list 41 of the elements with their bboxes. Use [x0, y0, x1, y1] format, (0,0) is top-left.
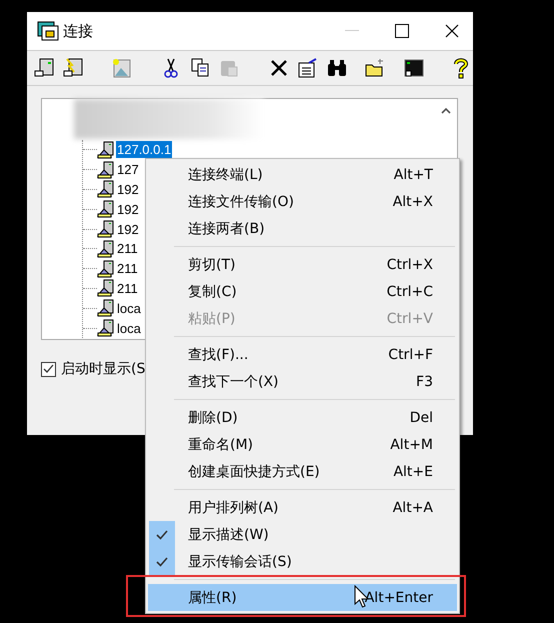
maximize-icon[interactable] — [395, 24, 409, 38]
menu-item[interactable]: 删除(D) Del — [148, 404, 457, 431]
server-icon — [97, 160, 115, 179]
session-item[interactable]: 192 — [116, 200, 140, 218]
menu-item[interactable]: 连接文件传输(O) Alt+X — [148, 188, 457, 215]
menu-item[interactable]: 显示描述(W) — [148, 521, 457, 548]
menu-item[interactable]: 属性(R) Alt+Enter — [148, 584, 457, 611]
server-icon — [97, 220, 115, 238]
server-icon — [97, 260, 115, 278]
menu-item[interactable]: 显示传输会话(S) — [148, 548, 457, 575]
session-item[interactable]: 127 — [116, 161, 140, 178]
menu-item[interactable]: 连接终端(L) Alt+T — [148, 161, 457, 188]
session-item[interactable]: 192 — [116, 220, 140, 238]
server-icon — [97, 200, 115, 218]
session-item[interactable]: 192 — [116, 180, 140, 198]
window-stack-icon — [37, 21, 59, 41]
session-item[interactable]: 211 — [116, 240, 139, 258]
scroll-up-icon[interactable] — [441, 108, 451, 114]
menu-item[interactable]: 剪切(T) Ctrl+X — [148, 251, 457, 278]
menu-item[interactable]: 用户排列树(A) Alt+A — [148, 494, 457, 521]
menu-item[interactable]: 复制(C) Ctrl+C — [148, 278, 457, 305]
session-item[interactable]: 211 — [116, 280, 139, 297]
session-item[interactable]: loca — [116, 320, 142, 337]
session-item[interactable]: 127.0.0.1 — [116, 141, 172, 158]
close-icon[interactable] — [445, 24, 459, 38]
menu-item[interactable]: 查找下一个(X) F3 — [148, 368, 457, 395]
checkbox[interactable] — [41, 362, 56, 376]
session-item[interactable]: loca — [116, 300, 142, 317]
server-icon — [97, 240, 115, 258]
server-icon — [97, 279, 115, 298]
server-icon — [97, 140, 115, 159]
checkbox-label: 启动时显示(S — [61, 360, 146, 378]
server-icon — [97, 299, 115, 318]
menu-item[interactable]: 连接两者(B) — [148, 215, 457, 242]
server-icon — [97, 180, 115, 198]
session-item[interactable]: 211 — [116, 260, 139, 278]
menu-item[interactable]: 查找(F)... Ctrl+F — [148, 341, 457, 368]
menu-item[interactable]: 创建桌面快捷方式(E) Alt+E — [148, 458, 457, 485]
menu-item[interactable]: 重命名(M) Alt+M — [148, 431, 457, 458]
window-title: 连接 — [63, 22, 93, 40]
server-icon — [97, 319, 115, 338]
